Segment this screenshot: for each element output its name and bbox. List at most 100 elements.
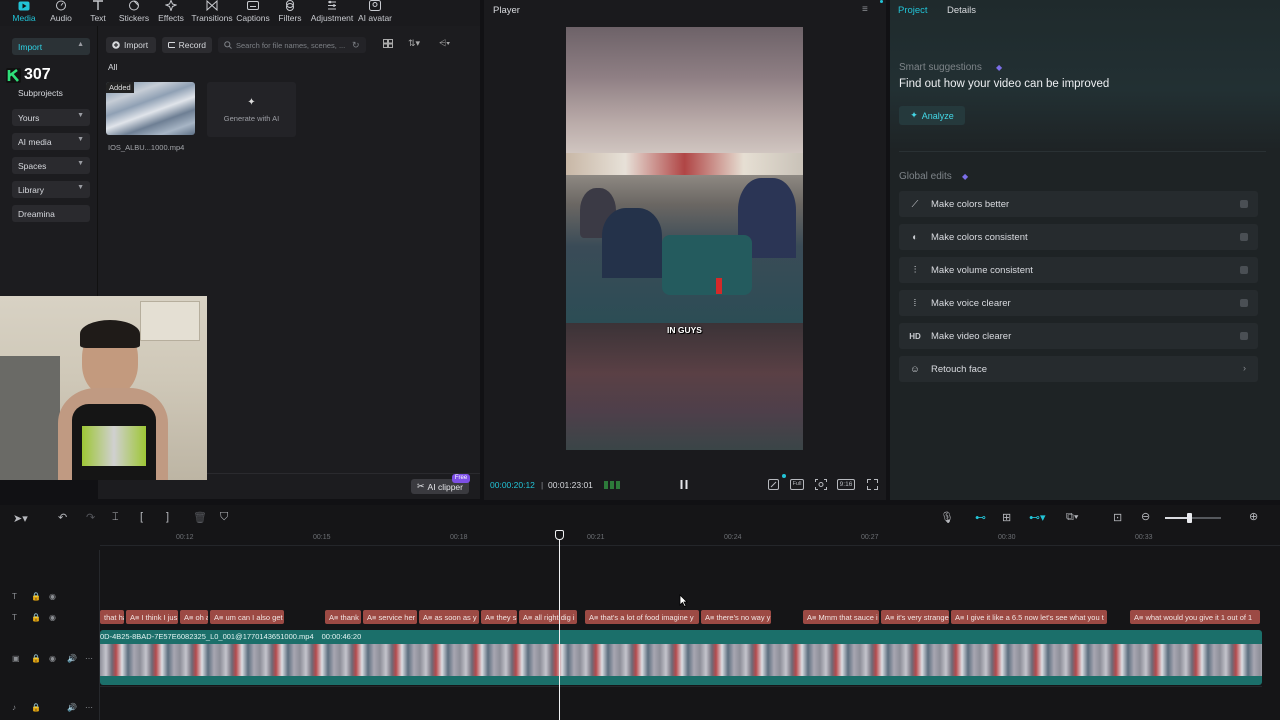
total-time: 00:01:23:01 [548,480,593,490]
microphone-icon[interactable]: 🎙 [940,511,954,524]
edit-make-video-clearer[interactable]: HD Make video clearer [899,323,1258,349]
caption-clip[interactable]: A≡ what would you give it 1 out of 1 [1130,610,1260,624]
caption-clip[interactable]: A≡ that's a lot of food imagine y [585,610,699,624]
zoom-slider[interactable] [1165,513,1221,523]
caption-clip[interactable]: A≡ um can I also get [210,610,284,624]
caption-clip[interactable]: A≡ there's no way y [701,610,771,624]
tab-project[interactable]: Project [898,5,928,16]
select-tool-icon[interactable]: ➤▾ [13,512,28,525]
refresh-icon[interactable]: ↻ [352,40,360,51]
video-preview[interactable]: IN GUYS [566,27,803,450]
caption-clip[interactable]: A≡ as soon as y [419,610,479,624]
nav-ai-media[interactable]: AI media ▼ [12,133,90,150]
link-icon[interactable]: ⊷▾ [1029,511,1046,524]
edit-retouch-face[interactable]: ☺ Retouch face › [899,356,1258,382]
import-button[interactable]: Import [106,37,156,53]
toggle-checkbox[interactable] [1240,332,1248,340]
search-input[interactable]: Search for file names, scenes, ... [218,37,366,53]
caption-clip[interactable]: A≡ service her [363,610,417,624]
lock-icon[interactable]: 🔒 [31,703,41,712]
caption-clip[interactable]: A≡ they s [481,610,517,624]
record-button[interactable]: Record [162,37,212,53]
video-clip[interactable]: 0D-4B25-8BAD-7E57E6082325_L0_001@1770143… [100,630,1262,685]
undo-icon[interactable]: ↶ [58,511,67,524]
split-left-icon[interactable]: [ [140,511,143,523]
sort-icon[interactable]: ⇅▾ [408,38,420,49]
audio-icon [54,0,68,11]
nav-spaces[interactable]: Spaces ▼ [12,157,90,174]
analyze-button[interactable]: ✦ Analyze [899,106,965,125]
caption-clip[interactable]: A≡ Mmm that sauce i [803,610,879,624]
nav-import[interactable]: Import ▲ [12,38,90,55]
text-track-icon: T [12,592,17,601]
grid-view-icon[interactable] [383,39,393,48]
magnet-icon[interactable]: ⊷ [975,511,986,524]
pause-button[interactable] [679,479,689,490]
zoom-in-icon[interactable]: ⊕ [1249,510,1258,523]
lock-icon[interactable]: 🔒 [31,654,41,663]
delete-icon[interactable]: 🗑 [193,511,207,524]
caption-clip[interactable]: that ha [100,610,124,624]
playhead-handle[interactable] [555,530,564,540]
speaker-icon[interactable]: 🔊 [67,654,77,663]
lock-icon[interactable]: 🔒 [31,613,41,622]
generate-with-ai-tile[interactable]: ✦ Generate with AI [207,82,296,137]
eye-icon[interactable]: ◉ [49,592,56,601]
eye-icon[interactable]: ◉ [49,613,56,622]
caption-icon[interactable]: ⊡ [1113,511,1122,524]
caption-clip[interactable]: A≡ I think I jus [126,610,178,624]
speaker-icon[interactable]: 🔊 [67,703,77,712]
marker-icon[interactable]: ⛉ [220,511,228,524]
crop-icon[interactable] [768,479,779,490]
caption-text: um can I also get [225,612,283,622]
nav-subprojects[interactable]: Subprojects [18,88,63,98]
caption-clip[interactable]: A≡ I give it like a 6.5 now let's see wh… [951,610,1107,624]
tab-details[interactable]: Details [947,5,976,16]
caption-clip[interactable]: A≡ thank [325,610,361,624]
split-right-icon[interactable]: ] [166,511,169,523]
filter-icon[interactable]: ⩤▾ [439,38,450,49]
zoom-out-icon[interactable]: ⊖ [1141,510,1150,523]
full-quality-button[interactable]: Full [790,479,804,490]
media-clip-thumbnail[interactable]: Added [106,82,195,135]
edit-make-colors-better[interactable]: ⟋ Make colors better [899,191,1258,217]
lock-icon[interactable]: 🔒 [31,592,41,601]
edit-label: Make video clearer [931,330,1012,342]
nav-yours[interactable]: Yours ▼ [12,109,90,126]
more-icon[interactable]: ⋯ [85,703,93,712]
more-icon[interactable]: ⋯ [85,654,93,663]
focus-icon[interactable] [815,479,827,490]
toggle-checkbox[interactable] [1240,266,1248,274]
tool-ai-avatar[interactable]: AI avatar [353,0,397,26]
tool-effects[interactable]: Effects [149,0,193,26]
fullscreen-icon[interactable] [867,479,878,490]
tool-transitions[interactable]: Transitions [190,0,234,26]
nav-dreamina[interactable]: Dreamina [12,205,90,222]
retouch-face-icon: ☺ [910,363,920,375]
edit-make-colors-consistent[interactable]: ◐ Make colors consistent [899,224,1258,250]
eye-icon[interactable]: ◉ [49,654,56,663]
tool-label: Transitions [191,13,233,23]
caption-icon: A≡ [523,612,535,622]
tool-adjustment[interactable]: Adjustment [310,0,354,26]
toggle-checkbox[interactable] [1240,200,1248,208]
caption-clip[interactable]: A≡ all right dig i [519,610,577,624]
aspect-ratio-button[interactable]: 9:16 [837,479,855,490]
toggle-checkbox[interactable] [1240,299,1248,307]
filter-all[interactable]: All [108,62,117,72]
menu-icon[interactable]: ≡ [862,4,868,15]
captions-icon [246,0,260,11]
edit-make-voice-clearer[interactable]: ⦙ Make voice clearer [899,290,1258,316]
player-title: Player [493,5,520,16]
split-icon[interactable]: ⌶ [112,511,119,524]
redo-icon[interactable]: ↷ [86,511,95,524]
caption-clip[interactable]: A≡ oh a [180,610,208,624]
caption-clip[interactable]: A≡ it's very strange [881,610,949,624]
tool-filters[interactable]: Filters [268,0,312,26]
edit-make-volume-consistent[interactable]: ⫶ Make volume consistent [899,257,1258,283]
snap-icon[interactable]: ⊞ [1002,511,1011,524]
nav-library[interactable]: Library ▼ [12,181,90,198]
toggle-checkbox[interactable] [1240,233,1248,241]
playhead[interactable] [559,530,560,720]
preview-axis-icon[interactable]: ⧉▾ [1066,511,1078,524]
